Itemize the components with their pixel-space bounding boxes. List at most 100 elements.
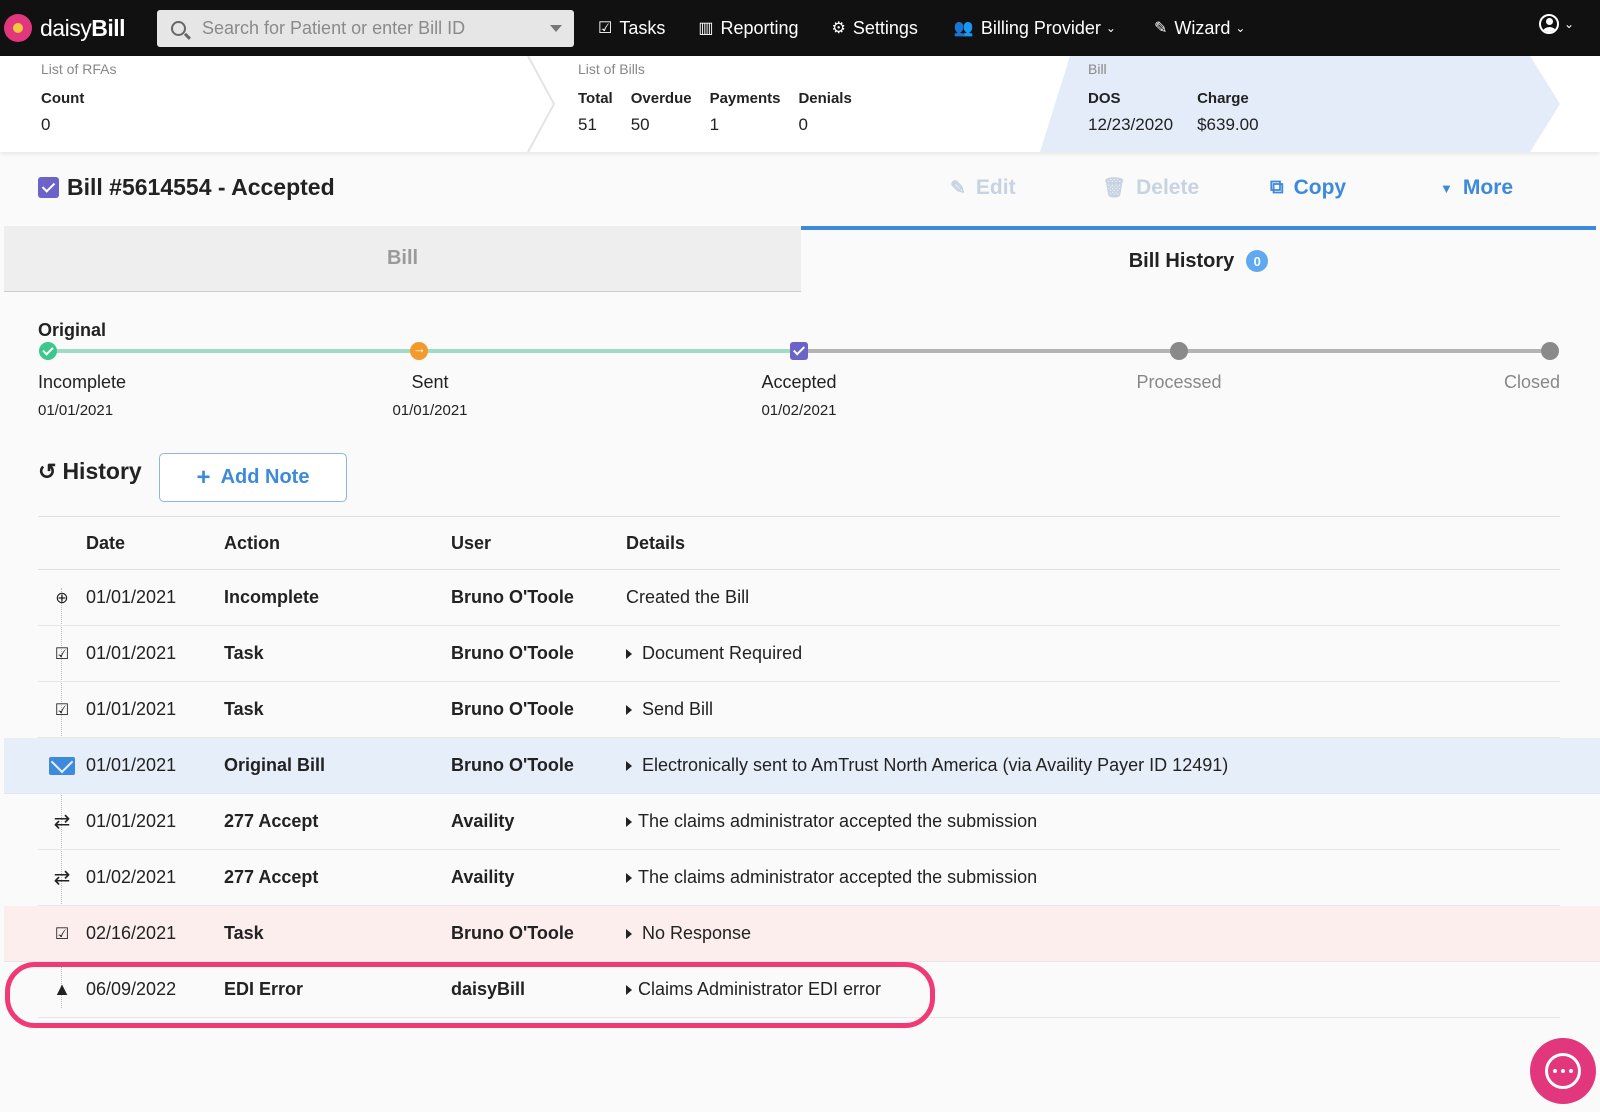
plus-icon: +: [196, 463, 211, 491]
charge-value: $639.00: [1197, 115, 1259, 134]
delete-button[interactable]: 🗑 Delete: [1102, 176, 1199, 200]
table-row[interactable]: ⇄ 01/01/2021 277 Accept Availity The cla…: [38, 794, 1560, 850]
add-note-label: Add Note: [220, 466, 310, 488]
stage-name: Closed: [1503, 372, 1560, 392]
row-details-text: Send Bill: [642, 699, 714, 719]
edit-button[interactable]: ✎ Edit: [950, 176, 1016, 200]
history-heading: ↺ History: [38, 458, 142, 485]
payments-label: Payments: [709, 90, 781, 107]
row-date: 01/01/2021: [86, 699, 177, 719]
row-details[interactable]: The claims administrator accepted the su…: [626, 867, 1037, 888]
clipboard-check-icon: ☑: [54, 645, 70, 663]
copy-button[interactable]: ⧉ Copy: [1270, 176, 1346, 200]
stage-name: Processed: [1136, 372, 1222, 392]
column-date: Date: [86, 532, 126, 553]
row-details[interactable]: No Response: [626, 923, 751, 944]
more-label: More: [1462, 176, 1514, 199]
table-row[interactable]: ☑ 02/16/2021 Task Bruno O'Toole No Respo…: [4, 906, 1600, 962]
rfa-list-crumb[interactable]: List of RFAs Count 0: [41, 56, 116, 135]
row-user: Availity: [451, 811, 515, 831]
table-row[interactable]: ☑ 01/01/2021 Task Bruno O'Toole Send Bil…: [38, 682, 1560, 738]
expand-caret-icon[interactable]: [626, 816, 632, 827]
clipboard-check-icon: ☑: [598, 20, 613, 37]
add-note-button[interactable]: + Add Note: [159, 453, 347, 502]
user-circle-icon: [1538, 14, 1559, 34]
user-menu[interactable]: ⌄: [1538, 14, 1574, 34]
column-details: Details: [626, 532, 686, 553]
table-row[interactable]: ⊕ 01/01/2021 Incomplete Bruno O'Toole Cr…: [38, 570, 1560, 626]
row-date: 01/01/2021: [86, 811, 177, 831]
row-details[interactable]: Send Bill: [626, 699, 713, 720]
bar-chart-icon: ▥: [698, 20, 714, 37]
rfa-list-title: List of RFAs: [41, 61, 117, 77]
bill-list-title: List of Bills: [578, 61, 645, 77]
total-value: 51: [578, 115, 597, 134]
stage-closed-icon: [1541, 342, 1559, 360]
stage-accepted-icon: [790, 342, 808, 360]
caret-down-icon: ▼: [1440, 180, 1453, 196]
tab-bill-history[interactable]: Bill History 0: [801, 226, 1596, 292]
stage-sent-icon: [410, 341, 428, 360]
stage-date: 01/01/2021: [38, 402, 114, 419]
nav-wizard-label: Wizard: [1174, 17, 1231, 38]
delete-label: Delete: [1136, 176, 1200, 199]
breadcrumb: List of RFAs Count 0 List of Bills Total…: [0, 56, 1600, 152]
search-input[interactable]: [202, 17, 522, 39]
row-action: Incomplete: [224, 587, 320, 607]
stage-date: 01/02/2021: [761, 402, 837, 419]
stage-name: Accepted: [761, 372, 837, 392]
expand-caret-icon[interactable]: [626, 872, 632, 883]
nav-tasks[interactable]: ☑ Tasks: [598, 0, 665, 56]
breadcrumb-separator: [527, 56, 556, 152]
chat-bubble-icon: [1545, 1053, 1581, 1089]
row-action: Task: [224, 699, 264, 719]
row-date: 02/16/2021: [86, 923, 177, 943]
nav-settings[interactable]: ⚙ Settings: [832, 0, 918, 56]
gear-icon: ⚙: [831, 20, 846, 37]
overdue-label: Overdue: [630, 90, 692, 107]
copy-icon: ⧉: [1270, 177, 1284, 198]
tab-bill[interactable]: Bill: [4, 226, 801, 292]
chat-button[interactable]: [1530, 1038, 1596, 1104]
row-user: Availity: [451, 867, 515, 887]
row-details[interactable]: The claims administrator accepted the su…: [626, 811, 1037, 832]
patient-search[interactable]: [157, 9, 574, 47]
pencil-icon: ✎: [950, 177, 966, 199]
nav-settings-label: Settings: [852, 17, 918, 38]
row-action: Original Bill: [224, 755, 326, 775]
row-details-text: Document Required: [642, 643, 803, 663]
caret-down-icon[interactable]: [550, 24, 562, 32]
expand-caret-icon[interactable]: [626, 704, 632, 715]
envelope-icon-cell: [38, 756, 86, 775]
row-user: Bruno O'Toole: [451, 923, 574, 943]
row-details[interactable]: Document Required: [626, 643, 802, 664]
row-action: Task: [224, 643, 264, 663]
more-button[interactable]: ▼ More: [1440, 176, 1513, 200]
history-icon: ↺: [38, 458, 57, 484]
table-row[interactable]: ⇄ 01/02/2021 277 Accept Availity The cla…: [38, 850, 1560, 906]
expand-caret-icon[interactable]: [626, 648, 632, 659]
bill-list-crumb[interactable]: List of Bills Total 51 Overdue 50 Paymen…: [578, 56, 870, 135]
table-row[interactable]: 01/01/2021 Original Bill Bruno O'Toole E…: [4, 738, 1600, 794]
charge-label: Charge: [1197, 90, 1249, 107]
trash-icon: 🗑: [1102, 178, 1127, 199]
row-details[interactable]: Electronically sent to AmTrust North Ame…: [626, 755, 1228, 776]
users-icon: 👥: [953, 20, 974, 37]
daisy-flower-icon: [4, 14, 32, 42]
nav-reporting-label: Reporting: [720, 17, 799, 38]
bill-crumb[interactable]: Bill DOS 12/23/2020 Charge $639.00: [1088, 56, 1277, 135]
daisybill-logo[interactable]: daisyBill: [4, 14, 144, 42]
nav-billing-provider[interactable]: 👥 Billing Provider ⌄: [954, 0, 1116, 56]
table-row[interactable]: ☑ 01/01/2021 Task Bruno O'Toole Document…: [38, 626, 1560, 682]
nav-wizard[interactable]: ✎ Wizard ⌄: [1154, 0, 1245, 56]
stage-name: Incomplete: [38, 372, 127, 392]
dos-label: DOS: [1088, 90, 1121, 107]
row-user: Bruno O'Toole: [451, 755, 574, 775]
expand-caret-icon[interactable]: [626, 760, 632, 771]
nav-reporting[interactable]: ▥ Reporting: [698, 0, 798, 56]
history-count-badge: 0: [1246, 250, 1269, 272]
logo-text: daisyBill: [40, 14, 125, 41]
checkbox-checked-icon: [38, 177, 59, 198]
plus-circle-icon: ⊕: [55, 589, 69, 607]
expand-caret-icon[interactable]: [626, 928, 632, 939]
